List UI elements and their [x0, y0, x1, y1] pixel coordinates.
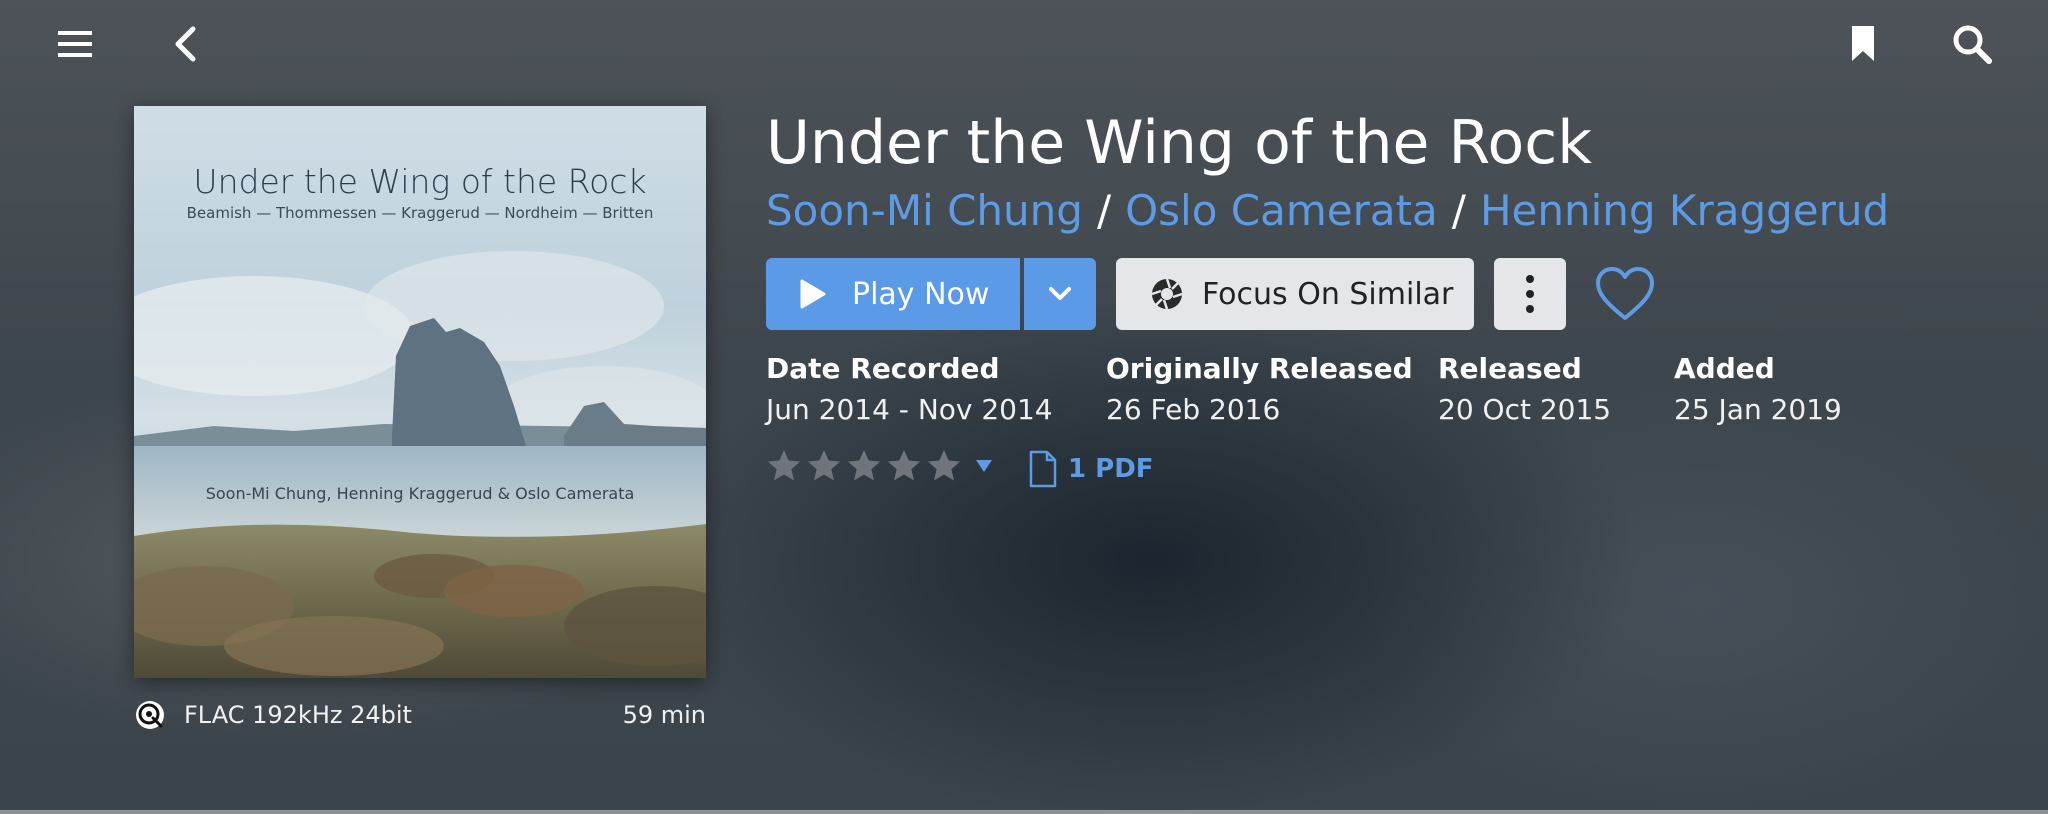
artist-separator: / — [1451, 186, 1466, 235]
play-now-button[interactable]: Play Now — [766, 258, 1020, 330]
play-icon — [800, 279, 826, 309]
star-icon[interactable] — [924, 446, 964, 486]
star-icon[interactable] — [804, 446, 844, 486]
heart-icon — [1595, 266, 1655, 322]
bookmark-icon[interactable] — [1841, 22, 1885, 66]
focus-on-similar-button[interactable]: Focus On Similar — [1116, 258, 1474, 330]
rating-dropdown-icon[interactable] — [974, 458, 994, 474]
favorite-button[interactable] — [1590, 258, 1660, 330]
artist-link[interactable]: Oslo Camerata — [1125, 186, 1438, 235]
pdf-attachment-link[interactable]: 1 PDF — [1028, 450, 1154, 488]
originally-released-field: Originally Released 26 Feb 2016 — [1106, 352, 1413, 426]
artist-link[interactable]: Henning Kraggerud — [1480, 186, 1889, 235]
star-rating[interactable] — [764, 446, 994, 486]
document-icon — [1028, 450, 1058, 488]
search-icon[interactable] — [1950, 22, 1994, 66]
play-options-button[interactable] — [1024, 258, 1096, 330]
star-icon[interactable] — [764, 446, 804, 486]
star-icon[interactable] — [844, 446, 884, 486]
artist-link[interactable]: Soon-Mi Chung — [766, 186, 1083, 235]
album-duration: 59 min — [622, 701, 706, 729]
released-label: Released — [1438, 352, 1582, 385]
added-label: Added — [1674, 352, 1775, 385]
focus-on-similar-label: Focus On Similar — [1202, 276, 1454, 312]
released-value: 20 Oct 2015 — [1438, 393, 1612, 426]
date-recorded-value: Jun 2014 - Nov 2014 — [766, 393, 1053, 426]
hamburger-menu-icon[interactable] — [53, 22, 97, 66]
album-title: Under the Wing of the Rock — [766, 108, 1592, 178]
qobuz-icon — [134, 699, 166, 731]
play-now-label: Play Now — [852, 276, 990, 312]
chevron-down-icon — [1048, 286, 1072, 302]
artist-list: Soon-Mi Chung / Oslo Camerata / Henning Krag… — [766, 186, 1889, 235]
cover-title: Under the Wing of the Rock — [193, 162, 647, 201]
audio-format-row: FLAC 192kHz 24bit 59 min — [134, 698, 706, 732]
more-vertical-icon — [1525, 274, 1535, 314]
artist-separator: / — [1096, 186, 1112, 235]
released-field: Released 20 Oct 2015 — [1438, 352, 1611, 426]
audio-format: FLAC 192kHz 24bit — [184, 701, 412, 729]
date-recorded-field: Date Recorded Jun 2014 - Nov 2014 — [766, 352, 1053, 426]
album-cover[interactable]: Under the Wing of the Rock Beamish — Tho… — [134, 106, 706, 678]
more-options-button[interactable] — [1494, 258, 1566, 330]
originally-released-value: 26 Feb 2016 — [1106, 393, 1281, 426]
originally-released-label: Originally Released — [1106, 352, 1413, 385]
added-value: 25 Jan 2019 — [1674, 393, 1842, 426]
cover-performers: Soon-Mi Chung, Henning Kraggerud & Oslo … — [205, 484, 635, 503]
date-recorded-label: Date Recorded — [766, 352, 1000, 385]
chevron-left-icon[interactable] — [163, 22, 207, 66]
added-field: Added 25 Jan 2019 — [1674, 352, 1842, 426]
pdf-attachment-label: 1 PDF — [1068, 454, 1154, 484]
cover-composers: Beamish — Thommessen — Kraggerud — Nordh… — [186, 204, 654, 222]
star-icon[interactable] — [884, 446, 924, 486]
aperture-icon — [1150, 277, 1184, 311]
bottom-divider — [0, 810, 2048, 814]
